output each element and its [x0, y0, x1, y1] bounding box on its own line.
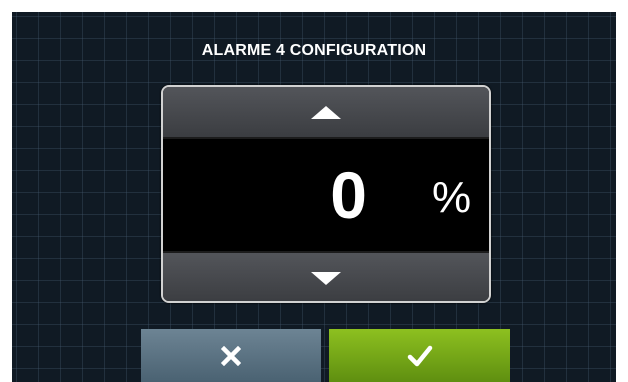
dialog-title: ALARME 4 CONFIGURATION [201, 42, 427, 59]
triangle-up-icon [311, 105, 341, 119]
value-display: 0 % [163, 139, 489, 251]
cancel-button[interactable] [141, 329, 321, 382]
increment-button[interactable] [163, 87, 489, 139]
checkmark-icon [407, 345, 433, 367]
value-stepper: 0 % [161, 85, 491, 303]
triangle-down-icon [311, 271, 341, 285]
screen: ALARME 4 CONFIGURATION 0 % [12, 12, 616, 382]
unit-label: % [432, 173, 472, 222]
value-readout: 0 [330, 158, 367, 232]
decrement-button[interactable] [163, 251, 489, 301]
close-icon [221, 345, 241, 366]
confirm-button[interactable] [329, 329, 510, 382]
